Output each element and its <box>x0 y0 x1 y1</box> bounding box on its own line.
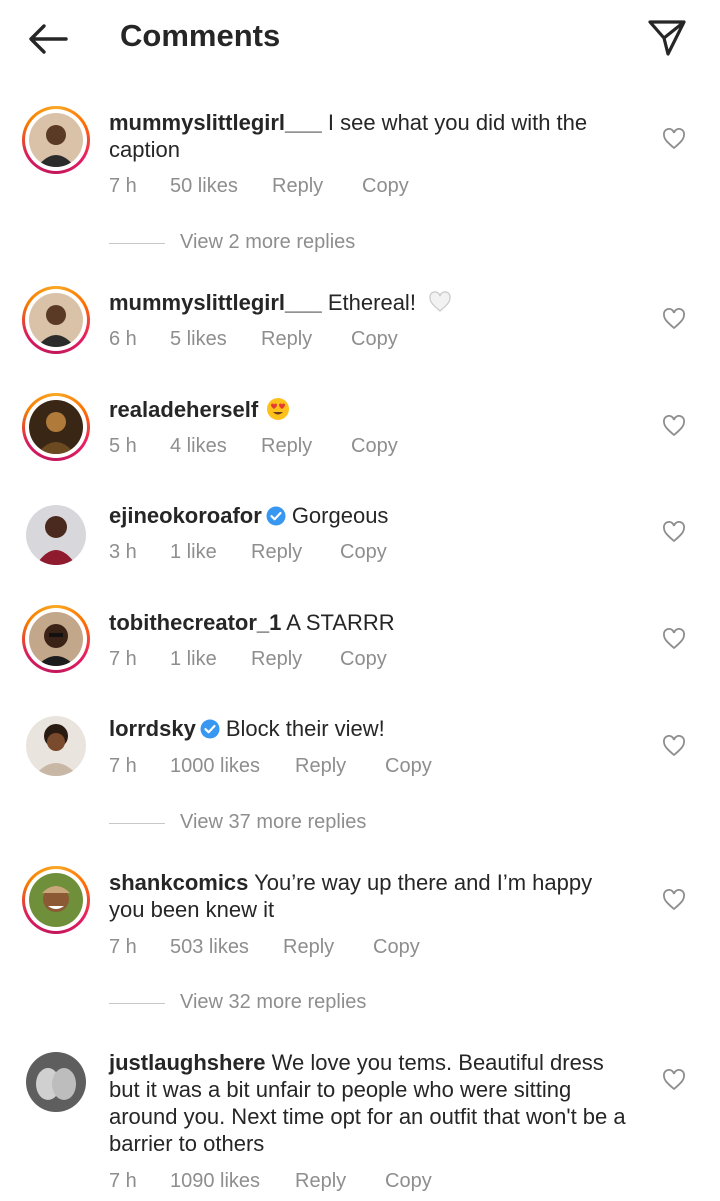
avatar[interactable] <box>22 866 90 934</box>
comment-username[interactable]: realadeherself <box>109 397 258 422</box>
avatar[interactable] <box>22 286 90 354</box>
paper-plane-icon[interactable] <box>646 18 688 58</box>
comment-text: Gorgeous <box>291 503 389 528</box>
comment-text: Block their view! <box>225 716 385 741</box>
verified-badge-icon <box>266 506 286 526</box>
comment-time: 5 h <box>109 435 137 457</box>
header-bar: Comments <box>0 0 720 78</box>
copy-button[interactable]: Copy <box>385 1170 432 1193</box>
copy-button[interactable]: Copy <box>340 648 387 671</box>
comment-username[interactable]: lorrdsky <box>109 716 196 741</box>
avatar[interactable] <box>26 505 86 565</box>
reply-button[interactable]: Reply <box>261 328 312 351</box>
verified-badge-icon <box>200 719 220 739</box>
comment-likes[interactable]: 50 likes <box>170 175 238 198</box>
comment-time: 7 h <box>109 175 137 197</box>
view-more-replies[interactable]: View 2 more replies <box>109 231 509 257</box>
heart-icon[interactable] <box>662 1069 686 1091</box>
comment-likes[interactable]: 4 likes <box>170 435 227 458</box>
comment-likes[interactable]: 503 likes <box>170 936 249 959</box>
reply-button[interactable]: Reply <box>295 1170 346 1193</box>
comment-username[interactable]: shankcomics <box>109 870 248 895</box>
avatar[interactable] <box>22 605 90 673</box>
comment-username[interactable]: justlaughshere <box>109 1050 265 1075</box>
avatar[interactable] <box>26 1052 86 1112</box>
white-heart-icon <box>429 291 451 312</box>
copy-button[interactable]: Copy <box>351 435 398 458</box>
copy-button[interactable]: Copy <box>373 936 420 959</box>
copy-button[interactable]: Copy <box>362 175 409 198</box>
heart-icon[interactable] <box>662 128 686 150</box>
copy-button[interactable]: Copy <box>340 541 387 564</box>
heart-icon[interactable] <box>662 415 686 437</box>
reply-button[interactable]: Reply <box>261 435 312 458</box>
comment-text: Ethereal! <box>327 290 416 315</box>
heart-icon[interactable] <box>662 889 686 911</box>
comment-likes[interactable]: 5 likes <box>170 328 227 351</box>
comment-likes[interactable]: 1 like <box>170 648 217 671</box>
comment-time: 7 h <box>109 648 137 670</box>
comment-time: 7 h <box>109 1170 137 1192</box>
comment-time: 6 h <box>109 328 137 350</box>
comment-time: 3 h <box>109 541 137 563</box>
reply-button[interactable]: Reply <box>251 648 302 671</box>
comment-username[interactable]: mummyslittlegirl___ <box>109 290 322 315</box>
comment-likes[interactable]: 1090 likes <box>170 1170 260 1193</box>
comment-time: 7 h <box>109 936 137 958</box>
avatar[interactable] <box>26 716 86 776</box>
heart-icon[interactable] <box>662 308 686 330</box>
copy-button[interactable]: Copy <box>351 328 398 351</box>
avatar[interactable] <box>22 106 90 174</box>
comment-likes[interactable]: 1 like <box>170 541 217 564</box>
reply-button[interactable]: Reply <box>272 175 323 198</box>
comment-username[interactable]: mummyslittlegirl___ <box>109 110 322 135</box>
reply-button[interactable]: Reply <box>251 541 302 564</box>
comment-username[interactable]: ejineokoroafor <box>109 503 262 528</box>
copy-button[interactable]: Copy <box>385 755 432 778</box>
reply-button[interactable]: Reply <box>295 755 346 778</box>
comment-username[interactable]: tobithecreator_1 <box>109 610 281 635</box>
avatar[interactable] <box>22 393 90 461</box>
heart-icon[interactable] <box>662 628 686 650</box>
page-title: Comments <box>120 18 281 53</box>
view-more-replies[interactable]: View 37 more replies <box>109 811 509 837</box>
heart-eyes-emoji-icon <box>267 398 290 420</box>
heart-icon[interactable] <box>662 521 686 543</box>
comment-time: 7 h <box>109 755 137 777</box>
comment-likes[interactable]: 1000 likes <box>170 755 260 778</box>
comment-text: A STARRR <box>286 610 395 635</box>
view-more-replies[interactable]: View 32 more replies <box>109 991 509 1017</box>
heart-icon[interactable] <box>662 735 686 757</box>
arrow-left-icon[interactable] <box>26 22 70 56</box>
reply-button[interactable]: Reply <box>283 936 334 959</box>
